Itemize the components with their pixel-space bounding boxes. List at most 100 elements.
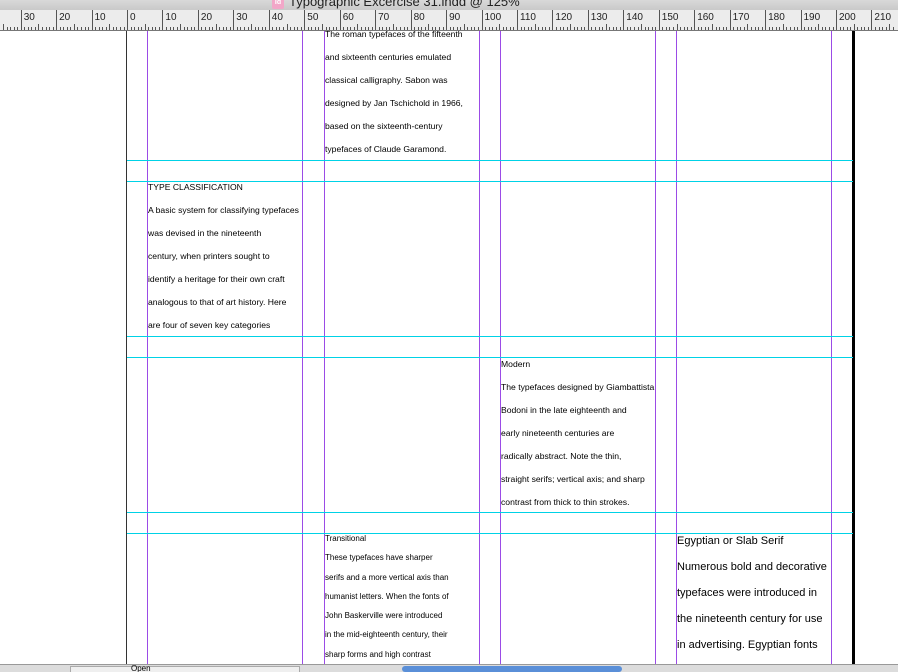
ruler-tick: [52, 27, 54, 30]
ruler-tick: [719, 27, 720, 30]
ruler-tick: [446, 10, 448, 30]
ruler-tick: [495, 27, 497, 30]
ruler-tick: [261, 27, 263, 30]
ruler-tick: [229, 27, 231, 30]
ruler-tick: [832, 27, 834, 30]
row-guide[interactable]: [127, 160, 853, 161]
ruler-tick: [431, 27, 433, 30]
ruler-label: 10: [165, 12, 177, 23]
horizontal-ruler[interactable]: 30 20 10 0 10 20 30 40 50 60 70 80 90 100 110 120 130 140…: [0, 10, 898, 31]
ruler-tick: [630, 27, 632, 30]
ruler-label: 70: [378, 12, 390, 23]
ruler-tick: [548, 27, 550, 30]
ruler-tick: [130, 27, 132, 30]
ruler-tick: [442, 27, 444, 30]
ruler-tick: [541, 27, 543, 30]
ruler-tick: [180, 24, 182, 30]
ruler-tick: [357, 24, 359, 30]
ruler-tick: [665, 27, 667, 30]
ruler-label: 40: [271, 12, 283, 23]
ruler-label: 30: [23, 12, 35, 23]
ruler-label: 200: [839, 12, 856, 23]
row-guide[interactable]: [127, 512, 853, 513]
column-guide[interactable]: [479, 31, 480, 664]
ruler-tick: [786, 27, 788, 30]
text-line: classical calligraphy. Sabon was: [325, 75, 448, 85]
ruler-tick: [56, 10, 58, 30]
ruler-tick: [846, 27, 848, 30]
ruler-tick: [470, 27, 472, 30]
horizontal-scrollbar-thumb[interactable]: [402, 666, 622, 672]
ruler-tick: [474, 27, 476, 30]
text-line: straight serifs; vertical axis; and shar…: [501, 474, 645, 484]
ruler-tick: [449, 27, 451, 30]
column-guide[interactable]: [302, 31, 303, 664]
ruler-tick: [577, 27, 579, 30]
ruler-tick: [648, 27, 650, 30]
ruler-tick: [768, 27, 770, 30]
frame-heading: Transitional: [325, 534, 367, 543]
ruler-tick: [162, 10, 164, 30]
text-line: The roman typefaces of the fifteenth: [325, 31, 463, 39]
ruler-tick: [233, 10, 235, 30]
ruler-tick: [109, 24, 111, 30]
ruler-tick: [591, 27, 593, 30]
ruler-label: 120: [555, 12, 573, 23]
page-nav-control[interactable]: Open: [70, 665, 300, 672]
ruler-label: 0: [130, 12, 136, 23]
ruler-tick: [672, 27, 674, 30]
row-guide[interactable]: [127, 357, 853, 358]
text-frame-classification[interactable]: TYPE CLASSIFICATION A basic system for c…: [148, 176, 299, 337]
ruler-tick: [814, 27, 816, 30]
ruler-tick: [580, 27, 582, 30]
ruler-tick: [612, 27, 614, 30]
ruler-label: 90: [449, 12, 461, 23]
column-guide[interactable]: [500, 31, 501, 664]
ruler-tick: [687, 27, 689, 30]
ruler-tick: [754, 27, 756, 30]
text-frame-roman[interactable]: The roman typefaces of the fifteenth and…: [325, 31, 463, 161]
ruler-tick: [215, 24, 217, 30]
column-guide[interactable]: [147, 31, 148, 664]
ruler-tick: [254, 27, 256, 30]
text-line: based on the sixteenth-century: [325, 121, 443, 131]
ruler-tick: [701, 27, 703, 30]
column-guide[interactable]: [831, 31, 832, 664]
ruler-label: 160: [697, 12, 714, 23]
ruler-tick: [439, 27, 440, 30]
ruler-tick: [644, 27, 646, 30]
ruler-tick: [361, 27, 362, 30]
ruler-tick: [857, 27, 859, 30]
ruler-tick: [478, 27, 479, 30]
ruler-tick: [460, 27, 462, 30]
ruler-tick: [453, 27, 455, 30]
text-line: designed by Jan Tschichold in 1966,: [325, 98, 463, 108]
ruler-tick: [758, 27, 759, 30]
ruler-tick: [297, 27, 299, 30]
ruler-tick: [566, 27, 568, 30]
column-guide[interactable]: [655, 31, 656, 664]
document-canvas[interactable]: The roman typefaces of the fifteenth and…: [0, 31, 898, 664]
ruler-tick: [336, 27, 338, 30]
ruler-tick: [715, 27, 717, 30]
text-line: The typefaces designed by Giambattista: [501, 382, 655, 392]
text-frame-modern[interactable]: Modern The typefaces designed by Giambat…: [501, 353, 654, 514]
ruler-tick: [77, 27, 79, 30]
ruler-tick: [49, 27, 50, 30]
ruler-tick: [740, 27, 742, 30]
text-frame-transitional[interactable]: Transitional These typefaces have sharpe…: [325, 529, 449, 664]
ruler-tick: [66, 27, 68, 30]
ruler-tick: [421, 27, 423, 30]
ruler-label: 30: [236, 12, 248, 23]
ruler-tick: [194, 27, 196, 30]
ruler-tick: [173, 27, 175, 30]
ruler-tick: [850, 27, 852, 30]
ruler-tick: [45, 27, 47, 30]
ruler-tick: [414, 27, 416, 30]
ruler-tick: [20, 10, 22, 30]
ruler-tick: [400, 27, 401, 30]
ruler-tick: [123, 27, 125, 30]
ruler-tick: [190, 27, 192, 30]
text-frame-egyptian[interactable]: Egyptian or Slab Serif Numerous bold and…: [677, 528, 827, 658]
ruler-tick: [403, 27, 405, 30]
